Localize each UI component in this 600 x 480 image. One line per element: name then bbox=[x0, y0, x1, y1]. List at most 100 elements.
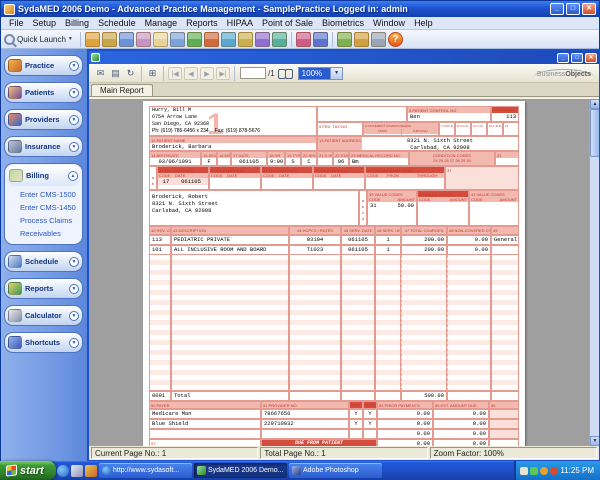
export-icon[interactable]: ✉ bbox=[94, 67, 107, 80]
toolbar-icon-6[interactable] bbox=[170, 32, 185, 47]
sidebar-item-schedule[interactable]: Schedule ▼ bbox=[4, 251, 83, 272]
first-page-button[interactable]: |◀ bbox=[168, 67, 182, 80]
toolbar-icon-12[interactable] bbox=[272, 32, 287, 47]
sidebar-item-practice[interactable]: Practice ▼ bbox=[4, 55, 83, 76]
scrollbar-thumb[interactable] bbox=[590, 109, 599, 157]
print-icon[interactable]: ▤ bbox=[109, 67, 122, 80]
chevron-down-icon[interactable]: ▼ bbox=[69, 311, 79, 321]
rev-code: 113 bbox=[149, 235, 171, 245]
prev-page-button[interactable]: ◀ bbox=[184, 67, 198, 80]
menu-point-of-sale[interactable]: Point of Sale bbox=[258, 18, 317, 28]
chevron-down-icon[interactable]: ▼ bbox=[69, 257, 79, 267]
sidebar-link-enter-cms-1500[interactable]: Enter CMS-1500 bbox=[6, 188, 81, 201]
toolbar-icon-14[interactable] bbox=[313, 32, 328, 47]
sidebar-item-insurance[interactable]: Insurance ▼ bbox=[4, 136, 83, 157]
toolbar-icon-13[interactable] bbox=[296, 32, 311, 47]
zoom-select[interactable]: 100% ▼ bbox=[298, 67, 343, 80]
sidebar-item-billing[interactable]: Billing ▲ bbox=[6, 165, 81, 186]
chevron-down-icon[interactable]: ▼ bbox=[69, 88, 79, 98]
menu-reports[interactable]: Reports bbox=[182, 18, 222, 28]
report-window-titlebar[interactable]: _ □ ✕ bbox=[89, 51, 599, 64]
field-label: 24 25 26 27 28 29 30 bbox=[410, 158, 494, 164]
menu-setup[interactable]: Setup bbox=[29, 18, 61, 28]
start-button[interactable]: start bbox=[0, 461, 56, 480]
prior-payments: 0.00 bbox=[377, 409, 433, 419]
toolbar-icon-9[interactable] bbox=[221, 32, 236, 47]
hcpcs-code: T1023 bbox=[289, 245, 341, 255]
chevron-down-icon[interactable]: ▼ bbox=[69, 61, 79, 71]
toolbar-icon-15[interactable] bbox=[337, 32, 352, 47]
page-number-input[interactable] bbox=[240, 67, 266, 79]
title-bar[interactable]: SydaMED 2006 Demo - Advanced Practice Ma… bbox=[1, 1, 599, 17]
dropdown-arrow-icon[interactable]: ▼ bbox=[330, 68, 342, 79]
maximize-button[interactable]: □ bbox=[566, 3, 580, 15]
sidebar-link-enter-cms-1450[interactable]: Enter CMS-1450 bbox=[6, 201, 81, 214]
toolbar-icon-1[interactable] bbox=[85, 32, 100, 47]
menu-manage[interactable]: Manage bbox=[141, 18, 182, 28]
report-restore-button[interactable]: □ bbox=[571, 53, 583, 63]
report-status-bar: Current Page No.: 1 Total Page No.: 1 Zo… bbox=[89, 446, 599, 460]
toolbar-icon-2[interactable] bbox=[102, 32, 117, 47]
scroll-down-icon[interactable]: ▼ bbox=[590, 436, 599, 446]
close-button[interactable]: ✕ bbox=[582, 3, 596, 15]
toolbar-icon-7[interactable] bbox=[187, 32, 202, 47]
sidebar-item-providers[interactable]: Providers ▼ bbox=[4, 109, 83, 130]
menu-window[interactable]: Window bbox=[369, 18, 409, 28]
task-button-photoshop[interactable]: Adobe Photoshop bbox=[289, 463, 382, 478]
task-button-browser[interactable]: http://www.sydasoft... bbox=[99, 463, 192, 478]
vertical-scrollbar[interactable]: ▲ ▼ bbox=[589, 99, 599, 446]
next-page-button[interactable]: ▶ bbox=[200, 67, 214, 80]
menu-schedule[interactable]: Schedule bbox=[94, 18, 140, 28]
ncd-box: 8 N-C D. bbox=[455, 122, 471, 136]
menu-billing[interactable]: Billing bbox=[61, 18, 93, 28]
menu-hipaa[interactable]: HIPAA bbox=[223, 18, 257, 28]
main-toolbar: Quick Launch ▼ ? bbox=[1, 30, 599, 49]
sidebar-item-patients[interactable]: Patients ▼ bbox=[4, 82, 83, 103]
toolbar-icon-8[interactable] bbox=[204, 32, 219, 47]
menu-file[interactable]: File bbox=[5, 18, 28, 28]
report-minimize-button[interactable]: _ bbox=[557, 53, 569, 63]
sidebar-item-reports[interactable]: Reports ▼ bbox=[4, 278, 83, 299]
statement-covers-period-box: 6 STATEMENT COVERS PERIOD FROM061105 THR… bbox=[363, 122, 439, 136]
taskbar-quicklaunch-desktop-icon[interactable] bbox=[71, 465, 83, 477]
chevron-down-icon[interactable]: ▼ bbox=[69, 338, 79, 348]
help-icon[interactable]: ? bbox=[388, 32, 403, 47]
refresh-icon[interactable]: ↻ bbox=[124, 67, 137, 80]
chevron-down-icon[interactable]: ▼ bbox=[69, 115, 79, 125]
sidebar-link-receivables[interactable]: Receivables bbox=[6, 227, 81, 240]
chevron-down-icon[interactable]: ▼ bbox=[69, 284, 79, 294]
tray-icon-2[interactable] bbox=[530, 467, 538, 475]
tab-main-report[interactable]: Main Report bbox=[91, 84, 153, 96]
tray-icon-1[interactable] bbox=[520, 467, 528, 475]
taskbar-quicklaunch-app-icon[interactable] bbox=[85, 465, 97, 477]
sidebar-item-calculator[interactable]: Calculator ▼ bbox=[4, 305, 83, 326]
field-label: 20 SRC bbox=[302, 152, 316, 158]
last-page-button[interactable]: ▶| bbox=[216, 67, 230, 80]
tray-icon-3[interactable] bbox=[540, 467, 548, 475]
est-amount-due: 0.00 bbox=[433, 429, 489, 439]
toolbar-icon-5[interactable] bbox=[153, 32, 168, 47]
toolbar-icon-3[interactable] bbox=[119, 32, 134, 47]
task-button-sydamed[interactable]: SydaMED 2006 Demo... bbox=[194, 463, 287, 478]
chevron-up-icon[interactable]: ▲ bbox=[68, 171, 78, 181]
minimize-button[interactable]: _ bbox=[550, 3, 564, 15]
sidebar-link-process-claims[interactable]: Process Claims bbox=[6, 214, 81, 227]
sidebar-item-label: Insurance bbox=[25, 142, 69, 151]
taskbar-quicklaunch-ie-icon[interactable] bbox=[57, 465, 69, 477]
report-close-button[interactable]: ✕ bbox=[585, 53, 597, 63]
search-text-icon[interactable] bbox=[278, 67, 293, 79]
scroll-up-icon[interactable]: ▲ bbox=[590, 99, 599, 109]
chevron-down-icon[interactable]: ▼ bbox=[69, 142, 79, 152]
menu-biometrics[interactable]: Biometrics bbox=[318, 18, 368, 28]
sidebar-item-shortcuts[interactable]: Shortcuts ▼ bbox=[4, 332, 83, 353]
quick-launch-button[interactable]: Quick Launch ▼ bbox=[4, 34, 77, 45]
group-tree-icon[interactable]: ⊞ bbox=[146, 67, 159, 80]
toolbar-icon-16[interactable] bbox=[354, 32, 369, 47]
tray-icon-4[interactable] bbox=[550, 467, 558, 475]
column-header: 45 SERV. DATE bbox=[341, 226, 375, 235]
toolbar-icon-11[interactable] bbox=[255, 32, 270, 47]
toolbar-icon-10[interactable] bbox=[238, 32, 253, 47]
menu-help[interactable]: Help bbox=[410, 18, 437, 28]
lock-icon[interactable] bbox=[371, 32, 386, 47]
toolbar-icon-4[interactable] bbox=[136, 32, 151, 47]
